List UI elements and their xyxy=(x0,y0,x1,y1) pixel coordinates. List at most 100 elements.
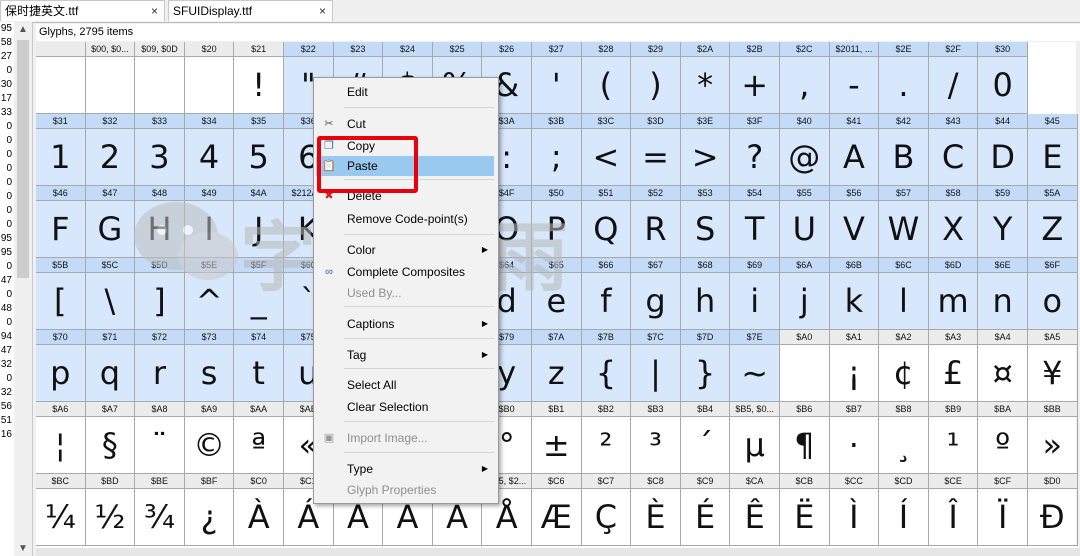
glyph-cell[interactable]: $5C \ xyxy=(85,258,136,330)
glyph-cell[interactable]: $BB » xyxy=(1028,402,1078,474)
glyph-cell[interactable]: $74 t xyxy=(234,330,284,402)
menu-item-color[interactable]: Color ▶ xyxy=(316,240,494,260)
glyph-cell[interactable]: $7B { xyxy=(581,330,632,402)
glyph-cell[interactable]: $B8 ¸ xyxy=(879,402,929,474)
glyph-cell[interactable]: $67 g xyxy=(631,258,681,330)
glyph-cell[interactable]: $35 5 xyxy=(234,114,284,186)
glyph-cell[interactable]: $73 s xyxy=(184,330,235,402)
glyph-cell[interactable]: $B5, $0... µ xyxy=(730,402,780,474)
glyph-cell[interactable]: $AA ª xyxy=(234,402,284,474)
glyph-cell[interactable]: $C6 Æ xyxy=(532,474,582,546)
glyph-cell[interactable]: $43 C xyxy=(928,114,979,186)
glyph-cell[interactable]: $33 3 xyxy=(135,114,185,186)
glyph-cell[interactable]: $40 @ xyxy=(780,114,830,186)
glyph-cell[interactable]: $C9 É xyxy=(680,474,731,546)
glyph-cell[interactable]: $3D = xyxy=(631,114,681,186)
glyph-cell[interactable]: $D0 Ð xyxy=(1028,474,1078,546)
glyph-cell[interactable]: $6B k xyxy=(829,258,880,330)
glyph-cell[interactable]: $70 p xyxy=(36,330,86,402)
glyph-cell[interactable]: $6F o xyxy=(1028,258,1078,330)
glyph-cell[interactable]: $55 U xyxy=(780,186,830,258)
glyph-cell[interactable]: $2011, ... - xyxy=(829,42,880,114)
menu-item-cut[interactable]: ✂ Cut xyxy=(316,114,494,134)
glyph-cell[interactable]: $09, $0D xyxy=(135,42,185,114)
glyph-cell[interactable]: $B7 · xyxy=(829,402,880,474)
scroll-down-icon[interactable]: ▼ xyxy=(18,543,28,554)
glyph-cell[interactable]: $B3 ³ xyxy=(631,402,681,474)
menu-item-clear-selection[interactable]: Clear Selection xyxy=(316,397,494,417)
glyph-cell[interactable]: $54 T xyxy=(730,186,780,258)
glyph-cell[interactable]: $B1 ± xyxy=(532,402,582,474)
glyph-cell[interactable]: $C0 À xyxy=(234,474,284,546)
glyph-cell[interactable]: $A4 ¤ xyxy=(978,330,1028,402)
glyph-cell[interactable]: $A9 © xyxy=(184,402,235,474)
glyph-cell[interactable]: $30 0 xyxy=(978,42,1028,114)
glyph-cell[interactable]: $CB Ë xyxy=(780,474,830,546)
glyph-cell[interactable]: $65 e xyxy=(532,258,582,330)
menu-item-tag[interactable]: Tag ▶ xyxy=(316,345,494,365)
glyph-cell[interactable] xyxy=(36,42,86,114)
glyph-cell[interactable]: $32 2 xyxy=(85,114,136,186)
glyph-cell[interactable]: $BF ¿ xyxy=(184,474,235,546)
glyph-cell[interactable]: $2E. xyxy=(879,42,929,114)
glyph-cell[interactable]: $A2 ¢ xyxy=(879,330,929,402)
glyph-cell[interactable]: $3B; xyxy=(532,114,582,186)
glyph-cell[interactable]: $CC Ì xyxy=(829,474,880,546)
menu-item-type[interactable]: Type ▶ xyxy=(316,459,494,479)
glyph-cell[interactable]: $3F? xyxy=(730,114,780,186)
menu-item-complete-composites[interactable]: ∞ Complete Composites xyxy=(316,262,494,282)
menu-item-select-all[interactable]: Select All xyxy=(316,375,494,395)
glyph-cell[interactable]: $A1 ¡ xyxy=(829,330,880,402)
glyph-cell[interactable]: $27 ' xyxy=(532,42,582,114)
glyph-cell[interactable]: $C7 Ç xyxy=(581,474,632,546)
glyph-cell[interactable]: $C8 È xyxy=(631,474,681,546)
glyph-cell[interactable]: $69 i xyxy=(730,258,780,330)
glyph-cell[interactable]: $71 q xyxy=(85,330,136,402)
glyph-cell[interactable]: $6E n xyxy=(978,258,1028,330)
glyph-cell[interactable]: $2B + xyxy=(730,42,780,114)
close-icon[interactable]: × xyxy=(319,1,326,22)
menu-item-import-image[interactable]: ▣ Import Image... xyxy=(316,428,494,448)
glyph-cell[interactable]: $34 4 xyxy=(184,114,235,186)
glyph-cell[interactable]: $3E > xyxy=(680,114,731,186)
glyph-cell[interactable]: $B9 ¹ xyxy=(928,402,979,474)
glyph-cell[interactable]: $58 X xyxy=(928,186,979,258)
glyph-cell[interactable]: $7D} xyxy=(680,330,731,402)
glyph-cell[interactable]: $B4 ´ xyxy=(680,402,731,474)
close-icon[interactable]: × xyxy=(151,1,158,22)
glyph-cell[interactable]: $A0 xyxy=(780,330,830,402)
glyph-cell[interactable]: $CF Ï xyxy=(978,474,1028,546)
glyph-cell[interactable]: $A8 ¨ xyxy=(135,402,185,474)
glyph-cell[interactable]: $66 f xyxy=(581,258,632,330)
glyph-cell[interactable]: $5A Z xyxy=(1028,186,1078,258)
glyph-cell[interactable]: $2A * xyxy=(680,42,731,114)
glyph-cell[interactable]: $7C | xyxy=(631,330,681,402)
glyph-cell[interactable]: $50 P xyxy=(532,186,582,258)
menu-item-edit[interactable]: Edit xyxy=(316,82,494,102)
glyph-cell[interactable]: $3C < xyxy=(581,114,632,186)
glyph-cell[interactable]: $6C l xyxy=(879,258,929,330)
vertical-scrollbar[interactable]: ▲ ▼ xyxy=(14,22,33,556)
glyph-cell[interactable]: $42 B xyxy=(879,114,929,186)
glyph-cell[interactable]: $41 A xyxy=(829,114,880,186)
horizontal-scrollbar[interactable] xyxy=(36,548,1080,556)
glyph-cell[interactable]: $B2 ² xyxy=(581,402,632,474)
glyph-cell[interactable]: $2F / xyxy=(928,42,979,114)
glyph-cell[interactable]: $48 H xyxy=(135,186,185,258)
glyph-cell[interactable]: $7E ~ xyxy=(730,330,780,402)
glyph-cell[interactable]: $BD ½ xyxy=(85,474,136,546)
glyph-cell[interactable]: $29) xyxy=(631,42,681,114)
glyph-cell[interactable]: $20 xyxy=(184,42,235,114)
scroll-up-icon[interactable]: ▲ xyxy=(18,24,28,35)
glyph-cell[interactable]: $45 E xyxy=(1028,114,1078,186)
glyph-cell[interactable]: $47 G xyxy=(85,186,136,258)
glyph-cell[interactable]: $CD Í xyxy=(879,474,929,546)
glyph-cell[interactable]: $57 W xyxy=(879,186,929,258)
glyph-cell[interactable]: $A3 £ xyxy=(928,330,979,402)
glyph-cell[interactable]: $68 h xyxy=(680,258,731,330)
glyph-cell[interactable]: $28 ( xyxy=(581,42,632,114)
glyph-cell[interactable]: $BA º xyxy=(978,402,1028,474)
glyph-cell[interactable]: $53 S xyxy=(680,186,731,258)
glyph-cell[interactable]: $46 F xyxy=(36,186,86,258)
menu-item-glyph-properties[interactable]: Glyph Properties xyxy=(316,480,494,500)
